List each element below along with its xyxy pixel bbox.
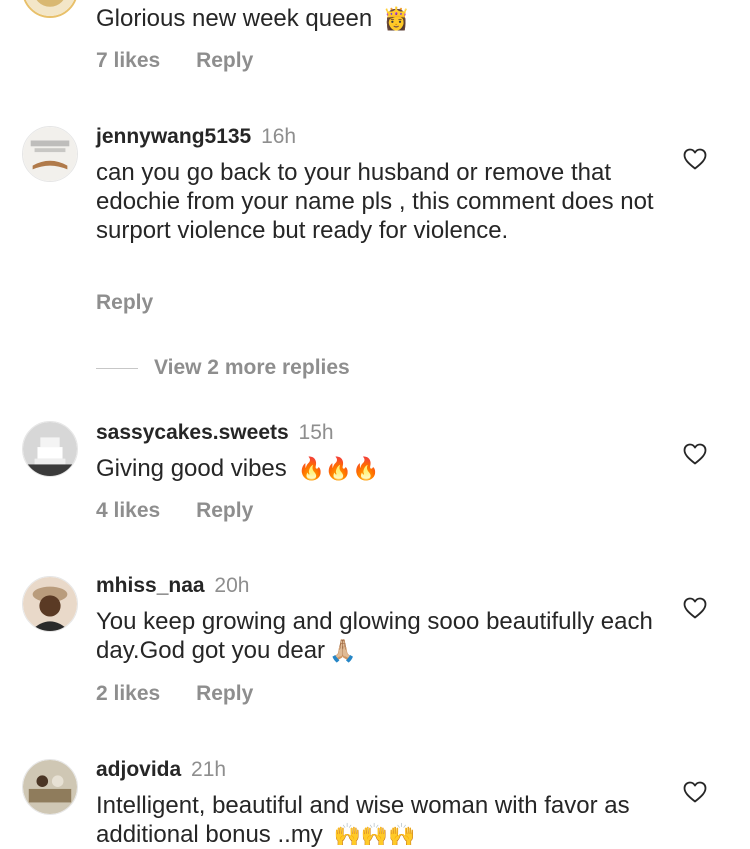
- likes-count[interactable]: 4 likes: [96, 499, 160, 522]
- view-replies-label: View 2 more replies: [154, 356, 350, 379]
- avatar[interactable]: [22, 0, 78, 18]
- avatar[interactable]: [22, 759, 78, 815]
- timestamp: 20h: [214, 574, 250, 597]
- avatar[interactable]: [22, 576, 78, 632]
- crown-emoji: 👸: [382, 6, 411, 31]
- divider: [96, 367, 138, 369]
- comment-text: Glorious new week queen 👸: [96, 5, 411, 32]
- reply-button[interactable]: Reply: [196, 499, 253, 522]
- praying-hands-emoji: 🙏🏼: [329, 638, 357, 663]
- comment-text: You keep growing and glowing sooo beauti…: [96, 608, 653, 664]
- reply-button[interactable]: Reply: [196, 49, 253, 72]
- likes-count[interactable]: 7 likes: [96, 49, 160, 72]
- comment-text: Intelligent, beautiful and wise woman wi…: [96, 792, 630, 848]
- heart-outline-icon[interactable]: [683, 597, 707, 619]
- timestamp: 15h: [298, 421, 334, 444]
- heart-outline-icon[interactable]: [683, 443, 707, 465]
- comment-header: jennywang5135 16h: [96, 125, 296, 149]
- username[interactable]: jennywang5135: [96, 125, 251, 148]
- comment-actions: 2 likes Reply: [96, 682, 253, 706]
- comment-header: sassycakes.sweets 15h: [96, 421, 334, 445]
- comment-actions: 7 likes Reply: [96, 49, 253, 73]
- comment-actions: Reply: [96, 291, 153, 315]
- heart-outline-icon[interactable]: [683, 148, 707, 170]
- avatar[interactable]: [22, 421, 78, 477]
- username[interactable]: sassycakes.sweets: [96, 421, 289, 444]
- timestamp: 21h: [191, 758, 227, 781]
- reply-button[interactable]: Reply: [96, 291, 153, 314]
- comment-text: Giving good vibes 🔥🔥🔥: [96, 455, 380, 482]
- comment-header: adjovida 21h: [96, 758, 226, 782]
- likes-count[interactable]: 2 likes: [96, 682, 160, 705]
- reply-button[interactable]: Reply: [196, 682, 253, 705]
- comment-text: can you go back to your husband or remov…: [96, 159, 654, 244]
- avatar[interactable]: [22, 126, 78, 182]
- timestamp: 16h: [261, 125, 297, 148]
- username[interactable]: mhiss_naa: [96, 574, 205, 597]
- view-more-replies-button[interactable]: View 2 more replies: [96, 353, 350, 383]
- username[interactable]: adjovida: [96, 758, 181, 781]
- comment-actions: 4 likes Reply: [96, 499, 253, 523]
- fire-emoji: 🔥🔥🔥: [297, 456, 380, 481]
- raising-hands-emoji: 🙌🙌🙌: [333, 822, 416, 847]
- heart-outline-icon[interactable]: [683, 781, 707, 803]
- comment-header: mhiss_naa 20h: [96, 574, 249, 598]
